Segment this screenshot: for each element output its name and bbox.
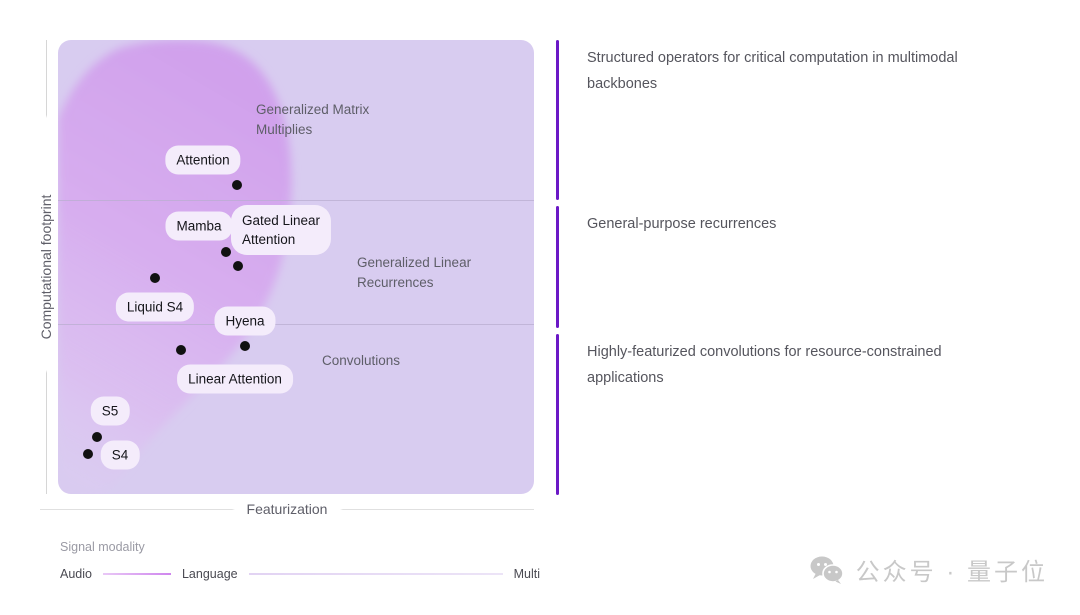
annotation-accent-rule (556, 206, 559, 328)
watermark: 公众号 · 量子位 (810, 552, 1048, 587)
y-axis-label: Computational footprint (38, 189, 54, 345)
point-chip-hyena[interactable]: Hyena (214, 306, 276, 336)
point-chip-s5[interactable]: S5 (90, 396, 130, 426)
region-label-linear-recurrences: Generalized Linear Recurrences (357, 255, 472, 290)
annotation-accent-rule (556, 334, 559, 495)
legend-label-audio: Audio (60, 567, 92, 581)
region-label-convolutions: Convolutions (322, 353, 401, 368)
data-point-hyena[interactable] (240, 341, 250, 351)
region-label-matrix-multiplies: Generalized Matrix Multiplies (256, 102, 370, 137)
data-point-attention[interactable] (232, 180, 242, 190)
legend-bar-audio-to-language (102, 573, 171, 575)
annotation-text: General-purpose recurrences (587, 216, 777, 232)
band-divider-lower (58, 324, 534, 325)
band-divider-upper (58, 200, 534, 201)
annotation-item: Highly-featurized convolutions for resou… (556, 334, 1017, 495)
data-point-mamba[interactable] (221, 247, 231, 257)
data-point-s5[interactable] (92, 432, 102, 442)
annotation-accent-rule (556, 40, 559, 200)
point-chip-s4[interactable]: S4 (100, 440, 140, 470)
point-chip-liquid-s4[interactable]: Liquid S4 (115, 292, 195, 322)
legend-label-multi: Multi (513, 567, 540, 581)
legend-gradient-scale: Audio Language Multi (60, 567, 540, 581)
data-point-liquid-s4[interactable] (150, 273, 160, 283)
annotation-panel: Structured operators for critical comput… (556, 40, 1056, 495)
watermark-text: 公众号 · 量子位 (855, 559, 1048, 586)
point-chip-mamba[interactable]: Mamba (165, 211, 233, 241)
point-chip-gated-linear-attention[interactable]: Gated Linear Attention (230, 205, 332, 255)
annotation-item: General-purpose recurrences (556, 206, 776, 328)
legend-title: Signal modality (60, 540, 145, 554)
point-chip-attention[interactable]: Attention (165, 145, 241, 175)
legend: Signal modality Audio Language Multi (60, 540, 540, 581)
annotation-text: Highly-featurized convolutions for resou… (587, 344, 942, 386)
data-point-s4[interactable] (83, 449, 93, 459)
annotation-text: Structured operators for critical comput… (587, 50, 958, 92)
scatter-chart-figure: Generalized Matrix Multiplies Generalize… (0, 0, 570, 615)
x-axis-label: Featurization (240, 501, 334, 517)
annotation-item: Structured operators for critical comput… (556, 40, 1017, 200)
wechat-icon (810, 556, 844, 584)
data-point-linear-attention[interactable] (176, 345, 186, 355)
data-point-gated-linear-attention[interactable] (233, 261, 243, 271)
legend-bar-language-to-multi (248, 573, 503, 575)
point-chip-linear-attention[interactable]: Linear Attention (177, 364, 293, 394)
legend-label-language: Language (181, 567, 238, 581)
